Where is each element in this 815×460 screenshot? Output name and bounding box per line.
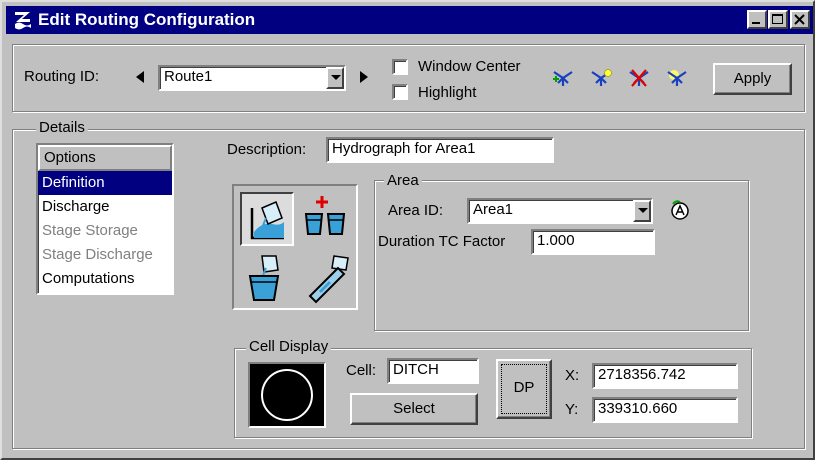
options-list[interactable]: Options Definition Discharge Stage Storage… — [36, 143, 174, 295]
options-item-discharge[interactable]: Discharge — [38, 195, 172, 219]
close-icon — [794, 14, 805, 25]
x-coordinate-label: X: — [565, 367, 580, 384]
title-bar[interactable]: Edit Routing Configuration — [6, 6, 813, 34]
highlight-label: Highlight — [418, 84, 477, 101]
dp-button[interactable]: DP — [496, 359, 552, 419]
bucket-transfer-icon — [248, 255, 280, 301]
maximize-icon — [772, 14, 783, 24]
add-routing-tool-icon[interactable] — [550, 66, 576, 90]
duration-tc-factor-field[interactable]: 1.000 — [531, 229, 655, 255]
highlight-routing-tool-icon[interactable] — [664, 66, 690, 90]
description-field[interactable]: Hydrograph for Area1 — [326, 137, 554, 163]
options-item-definition[interactable]: Definition — [38, 171, 172, 195]
y-coordinate-field[interactable]: 339310.660 — [592, 397, 738, 423]
edit-routing-tool-icon[interactable] — [588, 66, 614, 90]
pipe-area-tool[interactable] — [300, 252, 354, 306]
details-group-title: Details — [36, 119, 88, 137]
chevron-down-icon[interactable] — [326, 67, 344, 89]
routing-id-dropdown[interactable]: Route1 — [158, 65, 346, 91]
add-area-tool[interactable] — [300, 192, 354, 246]
edit-routing-window: Edit Routing Configuration Routing ID: R… — [0, 0, 815, 460]
highlight-checkbox[interactable] — [392, 84, 408, 100]
cell-preview — [248, 362, 326, 428]
routing-id-value: Route1 — [164, 68, 213, 85]
area-id-value: Area1 — [473, 201, 514, 218]
options-item-stage-storage[interactable]: Stage Storage — [38, 219, 172, 243]
cell-field[interactable]: DITCH — [387, 358, 479, 384]
window-title: Edit Routing Configuration — [38, 10, 256, 29]
app-logo-icon — [15, 12, 31, 30]
next-route-arrow-icon[interactable] — [358, 70, 370, 84]
area-id-label: Area ID: — [388, 202, 444, 219]
transfer-area-tool[interactable] — [240, 252, 294, 306]
options-item-computations[interactable]: Computations — [38, 267, 172, 291]
routing-id-label: Routing ID: — [24, 68, 100, 85]
previous-route-arrow-icon[interactable] — [134, 70, 146, 84]
buckets-plus-icon — [304, 196, 346, 235]
chevron-down-icon[interactable] — [633, 200, 651, 222]
circle-cell-icon — [261, 369, 313, 421]
cell-label: Cell: — [346, 362, 377, 379]
x-coordinate-field[interactable]: 2718356.742 — [592, 363, 738, 389]
select-cell-button[interactable]: Select — [350, 393, 478, 425]
minimize-button[interactable] — [747, 10, 767, 29]
minimize-icon — [752, 22, 760, 24]
close-button[interactable] — [790, 10, 810, 29]
bucket-pour-icon — [250, 201, 284, 240]
window-center-label: Window Center — [418, 58, 521, 75]
y-coordinate-label: Y: — [565, 401, 579, 418]
window-center-checkbox[interactable] — [392, 59, 408, 75]
maximize-button[interactable] — [768, 10, 788, 29]
pipe-flow-icon — [308, 255, 349, 304]
area-group-title: Area — [384, 172, 422, 190]
cell-display-group-title: Cell Display — [246, 338, 332, 356]
apply-button[interactable]: Apply — [713, 63, 792, 95]
delete-routing-tool-icon[interactable] — [626, 66, 652, 90]
area-select-icon[interactable] — [668, 198, 692, 222]
options-list-header: Options — [38, 145, 172, 171]
options-list-items: Definition Discharge Stage Storage Stage Di… — [38, 171, 172, 291]
description-label: Description: — [227, 141, 307, 158]
area-tool-palette — [232, 184, 358, 310]
fill-area-tool[interactable] — [240, 192, 294, 246]
duration-tc-factor-label: Duration TC Factor — [378, 233, 506, 250]
options-item-stage-discharge[interactable]: Stage Discharge — [38, 243, 172, 267]
area-id-dropdown[interactable]: Area1 — [467, 198, 653, 224]
